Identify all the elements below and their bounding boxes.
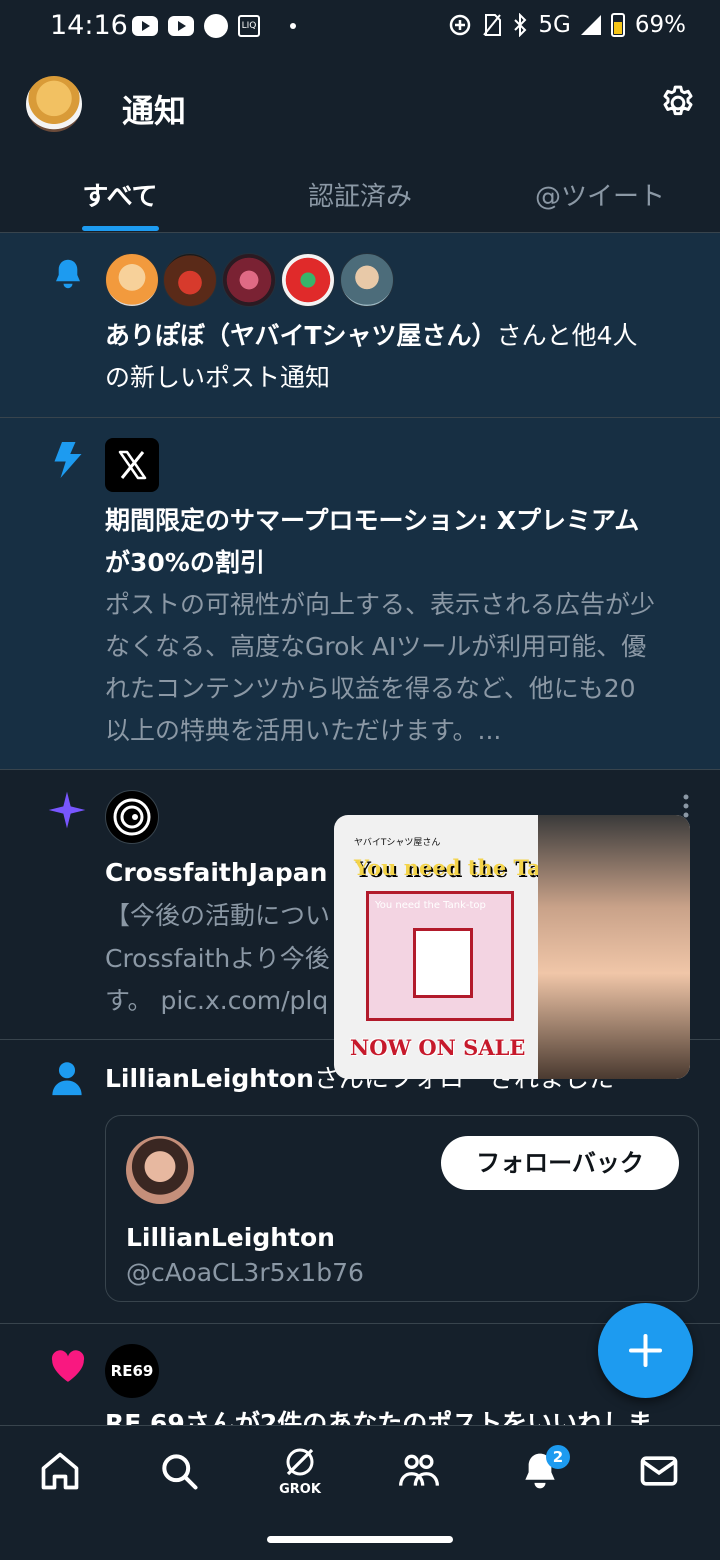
search-icon: [162, 1454, 198, 1490]
post-text-line: 【今後の活動につい: [105, 901, 331, 930]
nav-home[interactable]: [38, 1449, 82, 1493]
notification-badge: 2: [546, 1445, 570, 1469]
active-tab-indicator: [82, 226, 159, 231]
avatar[interactable]: [340, 253, 394, 307]
pip-sale-text: NOW ON SALE: [350, 1035, 526, 1060]
notification-text: RE 69さんが2件のあなたのポストをいいねしま: [105, 1409, 653, 1425]
post-text-line: す。 pic.x.com/plq: [105, 986, 329, 1015]
pip-artwork-figure: [413, 928, 473, 998]
pip-photo: [538, 815, 690, 1079]
lightning-icon: [54, 442, 82, 478]
pip-video-player[interactable]: ヤバイTシャツ屋さん You need the Tank-top You nee…: [334, 815, 690, 1079]
sparkle-icon: [48, 791, 86, 829]
grok-label: GROK: [279, 1482, 321, 1497]
notification-text: ありぽぼ（ヤバイTシャツ屋さん）さんと他4人: [105, 315, 695, 357]
status-time: 14:16: [50, 10, 128, 41]
user-name[interactable]: LillianLeighton: [105, 1064, 314, 1093]
post-text-line: Crossfaithより今後: [105, 944, 330, 973]
follow-back-button[interactable]: フォローバック: [441, 1136, 679, 1190]
battery-icon: [610, 13, 625, 37]
avatar[interactable]: [105, 253, 159, 307]
settings-button[interactable]: [658, 83, 698, 123]
gear-icon: [663, 85, 693, 116]
avatar[interactable]: [222, 253, 276, 307]
signal-icon: [580, 15, 601, 35]
page-title: 通知: [122, 92, 187, 130]
user-name[interactable]: ありぽぼ（ヤバイTシャツ屋さん）: [105, 321, 497, 350]
heart-icon: [51, 1350, 85, 1382]
pip-artwork: You need the Tank-top: [366, 891, 514, 1021]
promo-body-line: れたコンテンツから収益を得るなど、他にも20: [105, 674, 636, 703]
avatar[interactable]: [105, 790, 159, 844]
mail-icon: [640, 1456, 678, 1486]
bluetooth-icon: [514, 13, 527, 37]
no-sim-icon: [483, 14, 502, 36]
promo-title-line2: が30%の割引: [105, 548, 265, 577]
follower-handle: @cAoaCL3r5x1b76: [126, 1258, 364, 1287]
compose-button[interactable]: [598, 1303, 693, 1398]
status-notification-icons: LIQ: [132, 14, 296, 38]
promo-body-line: ポストの可視性が向上する、表示される広告が少: [105, 590, 656, 619]
notification-text-line2: の新しいポスト通知: [105, 363, 331, 392]
profile-avatar[interactable]: [26, 76, 82, 132]
user-name[interactable]: CrossfaithJapan: [105, 852, 327, 894]
pip-artwork-text: You need the Tank-top: [375, 900, 486, 911]
cat-app-icon: [204, 14, 228, 38]
crossfaith-logo-icon: [113, 798, 151, 836]
nav-messages[interactable]: [637, 1449, 681, 1493]
data-saver-icon: [450, 14, 471, 36]
pip-small-label: ヤバイTシャツ屋さん: [354, 838, 441, 848]
bell-icon: [56, 259, 80, 289]
like-text-clip: RE 69さんが2件のあなたのポストをいいねしま: [0, 1403, 720, 1425]
status-system-icons: 5G 69%: [448, 12, 686, 38]
home-icon: [41, 1452, 79, 1490]
notification-suffix: さんと他4人: [496, 321, 638, 350]
nav-communities[interactable]: [397, 1449, 441, 1493]
x-logo-icon: [118, 450, 147, 480]
person-icon: [52, 1062, 82, 1096]
promo-body-line: 以上の特典を活用いただけます。...: [105, 716, 502, 745]
youtube-icon: [132, 16, 158, 36]
tab-all[interactable]: すべて: [60, 176, 180, 232]
avatar[interactable]: [281, 253, 335, 307]
divider: [0, 769, 720, 770]
more-notifications-dot: [290, 23, 296, 29]
youtube-icon: [168, 16, 194, 36]
promo-title: 期間限定のサマープロモーション: Xプレミアム: [105, 506, 640, 535]
nav-search[interactable]: [157, 1449, 201, 1493]
avatar[interactable]: [163, 253, 217, 307]
plus-icon: [629, 1334, 662, 1367]
x-logo[interactable]: [105, 438, 159, 492]
tab-verified[interactable]: 認証済み: [280, 176, 440, 232]
grok-icon: [286, 1448, 314, 1476]
home-indicator[interactable]: [267, 1536, 453, 1543]
communities-icon: [399, 1454, 439, 1486]
follower-avatar[interactable]: [126, 1136, 194, 1204]
network-label: 5G: [538, 12, 571, 38]
tab-mentions[interactable]: @ツイート: [520, 176, 680, 232]
battery-percent: 69%: [634, 12, 686, 38]
liq-app-icon: LIQ: [238, 15, 260, 37]
status-bar: 14:16 LIQ 5G 69%: [0, 0, 720, 56]
avatar[interactable]: RE69: [105, 1344, 159, 1398]
promo-body-line: なくなる、高度なGrok AIツールが利用可能、優: [105, 632, 647, 661]
nav-grok[interactable]: GROK: [274, 1444, 326, 1500]
